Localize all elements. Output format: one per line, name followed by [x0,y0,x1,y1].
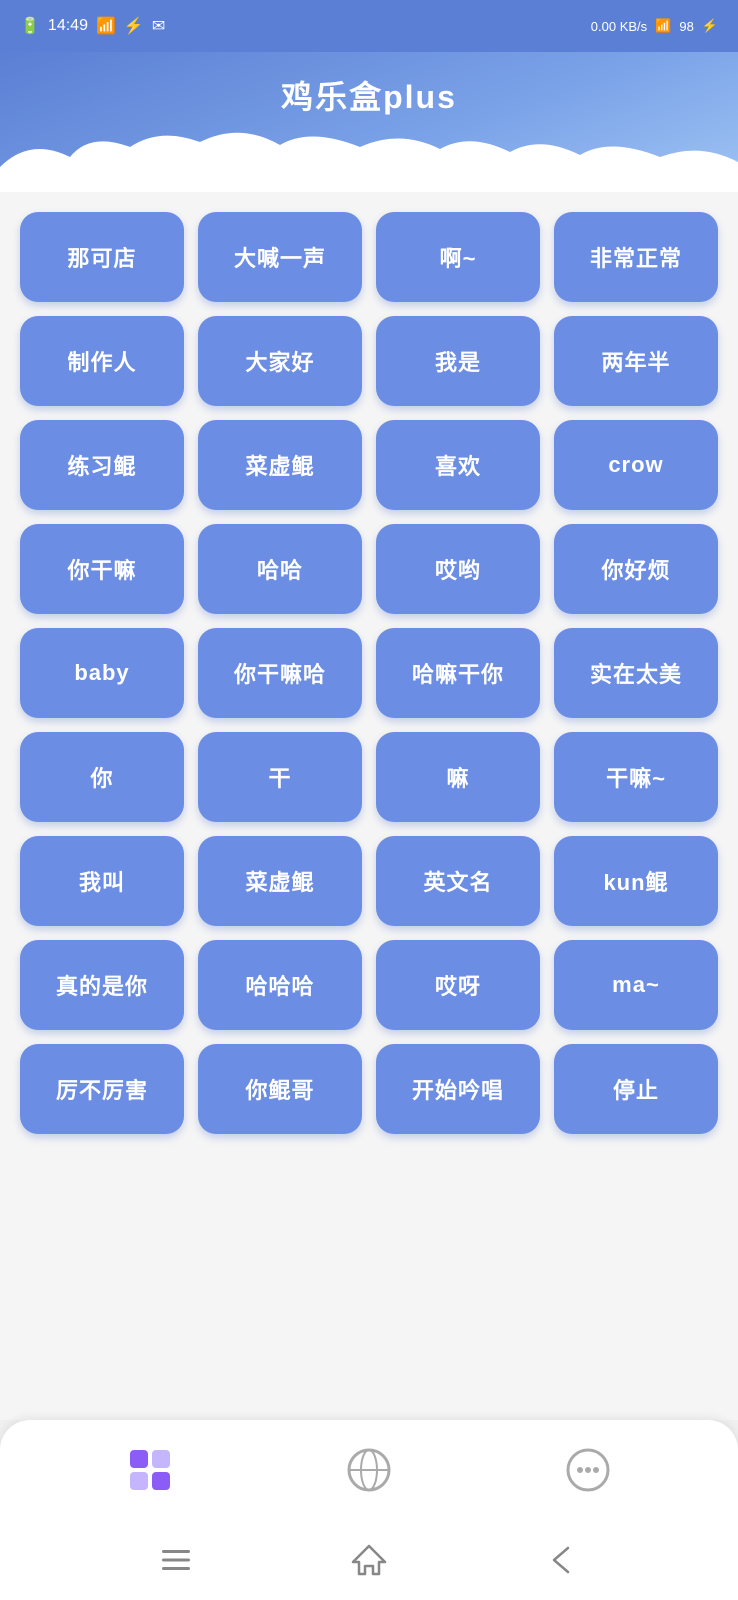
btn-ying-wen-ming[interactable]: 英文名 [376,836,540,926]
home-icon [126,1446,174,1494]
btn-dahan-yi-sheng[interactable]: 大喊一声 [198,212,362,302]
btn-ai-yo[interactable]: 哎哟 [376,524,540,614]
network-speed: 0.00 KB/s [591,19,647,34]
back-icon [544,1542,580,1578]
notification-icon: ✉ [152,16,165,36]
signal-icon: 📶 [96,16,116,36]
status-right: 0.00 KB/s 📶 98 ⚡ [591,18,718,34]
battery-icon: 🔋 [20,16,40,36]
app-header: 鸡乐盒plus [0,52,738,192]
btn-stop[interactable]: 停止 [554,1044,718,1134]
explore-icon [345,1446,393,1494]
btn-kun-kun[interactable]: kun鲲 [554,836,718,926]
btn-wo-shi[interactable]: 我是 [376,316,540,406]
btn-ma[interactable]: 嘛 [376,732,540,822]
wifi-icon: 📶 [655,18,671,34]
bottom-nav [0,1420,738,1520]
btn-haha[interactable]: 哈哈 [198,524,362,614]
btn-gan[interactable]: 干 [198,732,362,822]
sys-home-icon [351,1542,387,1578]
btn-ni[interactable]: 你 [20,732,184,822]
btn-zhizuo-ren[interactable]: 制作人 [20,316,184,406]
btn-xihuan[interactable]: 喜欢 [376,420,540,510]
status-left: 🔋 14:49 📶 ⚡ ✉ [20,16,165,36]
btn-li-bu-li-hai[interactable]: 厉不厉害 [20,1044,184,1134]
system-nav-bar [0,1520,738,1600]
sys-back-button[interactable] [544,1542,580,1578]
btn-ni-kun-ge[interactable]: 你鲲哥 [198,1044,362,1134]
nav-chat-tab[interactable] [561,1443,615,1497]
btn-a[interactable]: 啊~ [376,212,540,302]
nav-home-tab[interactable] [123,1443,177,1497]
btn-cai-xu-kun-2[interactable]: 菜虚鲲 [198,836,362,926]
btn-feichang-zhengchang[interactable]: 非常正常 [554,212,718,302]
sys-menu-button[interactable] [158,1542,194,1578]
btn-crow[interactable]: crow [554,420,718,510]
menu-icon [158,1542,194,1578]
status-bar: 🔋 14:49 📶 ⚡ ✉ 0.00 KB/s 📶 98 ⚡ [0,0,738,52]
btn-shizai-tai-mei[interactable]: 实在太美 [554,628,718,718]
btn-lianxi-kun[interactable]: 练习鲲 [20,420,184,510]
btn-hahaha[interactable]: 哈哈哈 [198,940,362,1030]
main-content: 那可店 大喊一声 啊~ 非常正常 制作人 大家好 我是 两年半 练习鲲 菜虚鲲 … [0,192,738,1420]
btn-kaishi-yin-chang[interactable]: 开始吟唱 [376,1044,540,1134]
btn-baby[interactable]: baby [20,628,184,718]
btn-ni-hao-fan[interactable]: 你好烦 [554,524,718,614]
usb-icon: ⚡ [124,16,144,36]
status-time: 14:49 [48,17,88,35]
sys-home-button[interactable] [351,1542,387,1578]
btn-ni-gan-ma[interactable]: 你干嘛 [20,524,184,614]
cloud-decoration [0,127,738,192]
btn-nake-dian[interactable]: 那可店 [20,212,184,302]
chat-icon [564,1446,612,1494]
btn-liang-nian-ban[interactable]: 两年半 [554,316,718,406]
btn-zhende-shi-ni[interactable]: 真的是你 [20,940,184,1030]
charging-icon: ⚡ [702,18,718,34]
button-grid: 那可店 大喊一声 啊~ 非常正常 制作人 大家好 我是 两年半 练习鲲 菜虚鲲 … [20,202,718,1144]
battery-level: 98 [679,19,693,34]
nav-explore-tab[interactable] [342,1443,396,1497]
btn-ma-tilde[interactable]: ma~ [554,940,718,1030]
btn-ni-gan-ma-ha[interactable]: 你干嘛哈 [198,628,362,718]
btn-ha-ma-gan-ni[interactable]: 哈嘛干你 [376,628,540,718]
btn-ai-ya[interactable]: 哎呀 [376,940,540,1030]
btn-gan-ma-tilde[interactable]: 干嘛~ [554,732,718,822]
btn-cai-xu-kun[interactable]: 菜虚鲲 [198,420,362,510]
btn-wo-jiao[interactable]: 我叫 [20,836,184,926]
btn-dajia-hao[interactable]: 大家好 [198,316,362,406]
